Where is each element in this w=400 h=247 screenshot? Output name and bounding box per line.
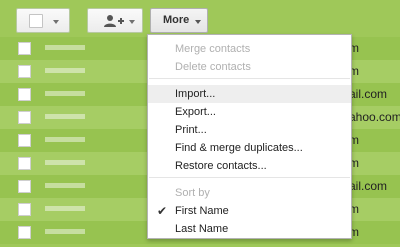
menu-separator [149,78,350,79]
menu-item-label: Merge contacts [175,43,251,55]
select-all-button[interactable] [16,8,70,33]
menu-item-label: Restore contacts... [175,160,267,172]
contact-email: ail.com [349,179,388,193]
menu-item-merge-contacts: Merge contacts [148,40,351,58]
contact-row-checkbox[interactable] [18,88,31,101]
menu-item-label: Last Name [175,223,229,235]
contact-email: ahoo.com [349,110,400,124]
contact-name-redacted [45,160,85,165]
contact-row-checkbox[interactable] [18,157,31,170]
contact-name-redacted [45,91,85,96]
chevron-down-icon [129,20,135,24]
menu-item-label: First Name [175,205,229,217]
contact-row-checkbox[interactable] [18,134,31,147]
menu-item-label: Export... [175,106,216,118]
checkbox-icon [29,14,43,28]
menu-item-print[interactable]: Print... [148,121,351,139]
checkmark-icon: ✔ [157,204,168,218]
contact-row-checkbox[interactable] [18,42,31,55]
menu-item-first-name[interactable]: ✔ First Name [148,202,351,220]
contact-row-checkbox[interactable] [18,180,31,193]
contact-name-redacted [45,229,85,234]
chevron-down-icon [195,20,201,24]
add-contact-button[interactable] [87,8,143,33]
contact-row-checkbox[interactable] [18,65,31,78]
contact-name-redacted [45,183,85,188]
menu-item-import[interactable]: Import... [148,85,351,103]
chevron-down-icon [53,20,59,24]
menu-item-last-name[interactable]: Last Name [148,220,351,238]
contact-name-redacted [45,68,85,73]
menu-separator [149,177,350,178]
menu-item-delete-contacts: Delete contacts [148,58,351,76]
more-button[interactable]: More [150,8,208,33]
toolbar: More [0,0,400,36]
menu-header-sort-by: Sort by [148,184,351,202]
contact-name-redacted [45,114,85,119]
menu-item-label: Import... [175,88,216,100]
contact-row-checkbox[interactable] [18,111,31,124]
menu-item-label: Find & merge duplicates... [175,142,303,154]
contact-name-redacted [45,45,85,50]
menu-item-label: Sort by [175,187,210,199]
person-add-icon [104,15,124,27]
more-menu: Merge contacts Delete contacts Import... Ex… [147,34,352,239]
menu-item-label: Print... [175,124,207,136]
contact-row-checkbox[interactable] [18,226,31,239]
contact-email: ail.com [349,87,388,101]
menu-item-export[interactable]: Export... [148,103,351,121]
contact-name-redacted [45,137,85,142]
menu-item-restore-contacts[interactable]: Restore contacts... [148,157,351,175]
more-button-label: More [163,14,190,26]
menu-item-label: Delete contacts [175,61,251,73]
contact-row-checkbox[interactable] [18,203,31,216]
menu-item-find-merge-duplicates[interactable]: Find & merge duplicates... [148,139,351,157]
contact-name-redacted [45,206,85,211]
